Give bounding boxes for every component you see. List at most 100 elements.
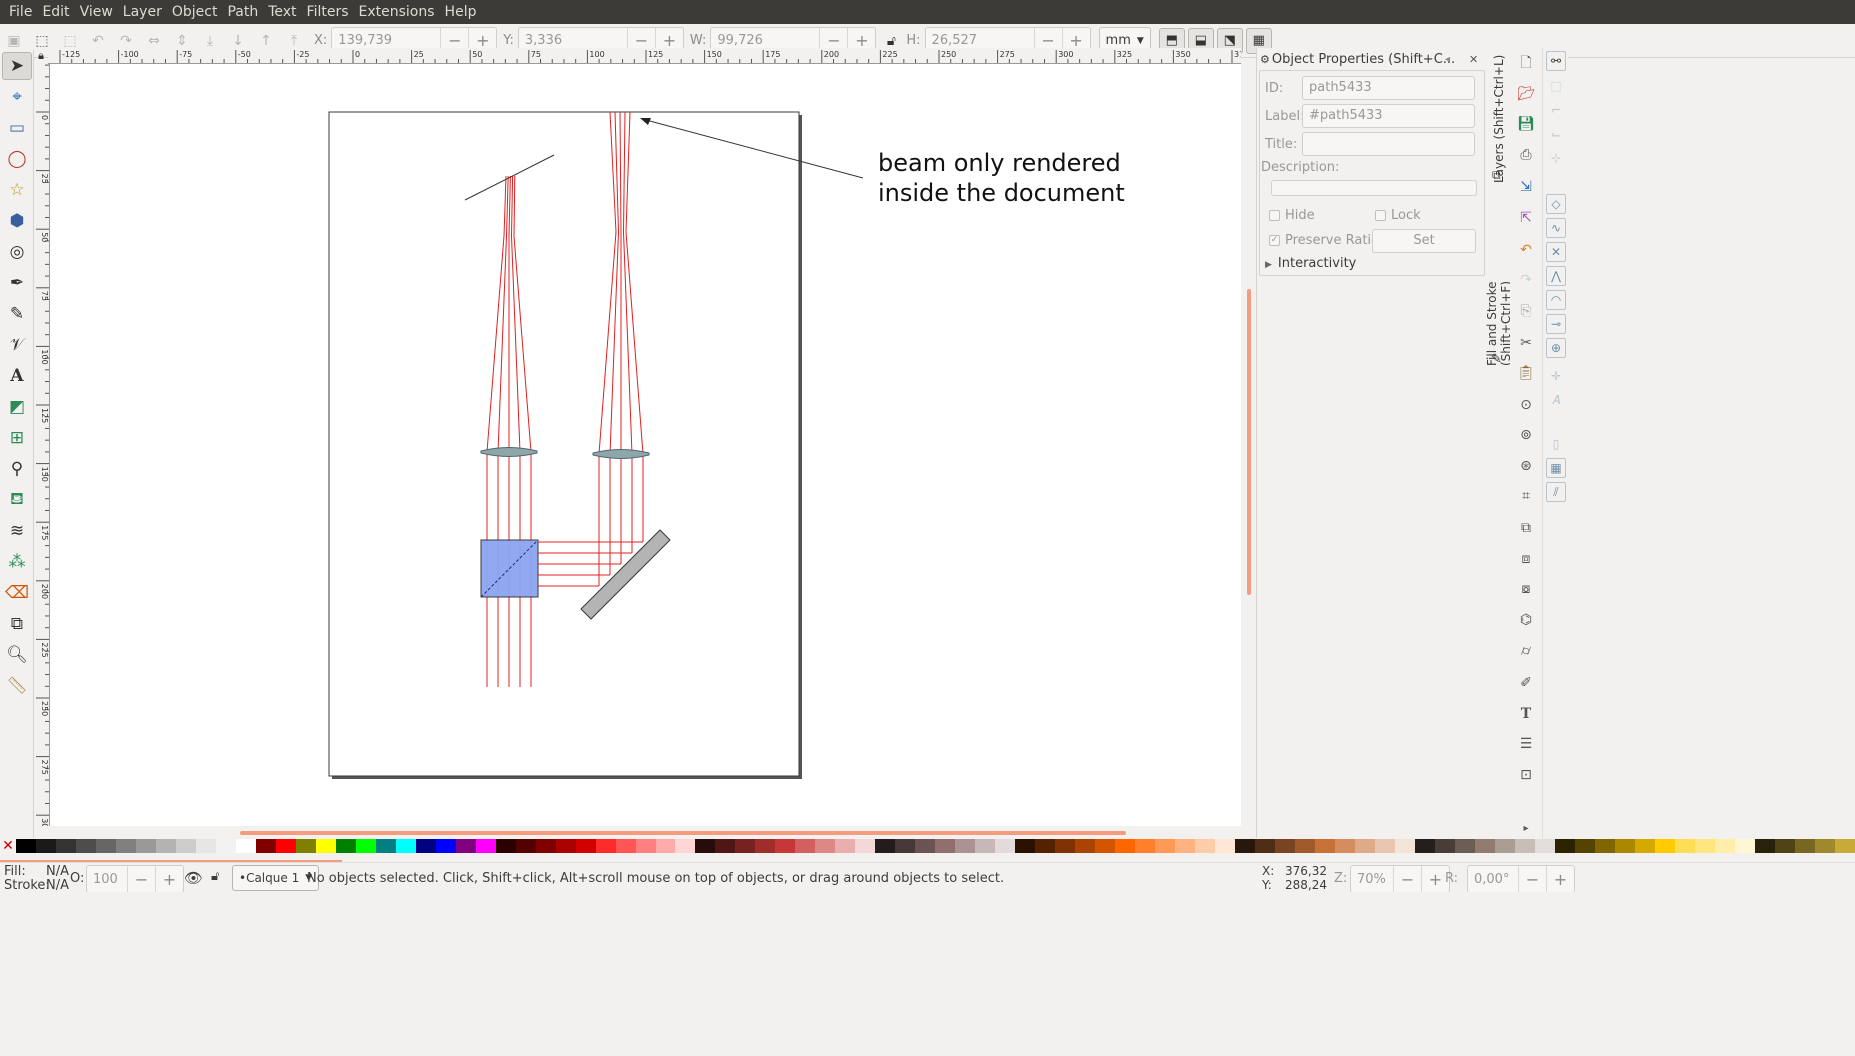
palette-swatch[interactable]	[695, 839, 716, 853]
palette-swatch[interactable]	[795, 839, 816, 853]
spiral-tool-icon[interactable]: ◎	[2, 238, 32, 266]
palette-swatch[interactable]	[1155, 839, 1176, 853]
clone-icon[interactable]: ⧈	[1516, 549, 1536, 569]
snap-bbox-midpoint-icon[interactable]: ⊹	[1546, 148, 1566, 168]
group-icon[interactable]: ⌬	[1516, 610, 1536, 630]
xml-editor-icon[interactable]: ✐	[1516, 673, 1536, 693]
palette-swatch[interactable]	[1694, 839, 1715, 853]
snap-grid-icon[interactable]: ▦	[1546, 458, 1566, 478]
palette-swatch[interactable]	[1514, 839, 1535, 853]
palette-swatch[interactable]	[255, 839, 276, 853]
palette-swatch[interactable]	[955, 839, 976, 853]
mesh-tool-icon[interactable]: ⊞	[2, 424, 32, 452]
preferences-icon[interactable]: ⊡	[1516, 765, 1536, 785]
ellipse-tool-icon[interactable]: ◯	[2, 145, 32, 173]
lens-left[interactable]	[480, 447, 538, 457]
palette-swatch[interactable]	[1594, 839, 1615, 853]
palette-swatch[interactable]	[1075, 839, 1096, 853]
paste-icon[interactable]: 📋︎	[1516, 363, 1536, 383]
palette-swatch[interactable]	[415, 839, 436, 853]
palette-swatch[interactable]	[895, 839, 916, 853]
menu-object[interactable]: Object	[167, 0, 223, 24]
snap-page-border-icon[interactable]: ▯	[1546, 434, 1566, 454]
hide-checkbox[interactable]: Hide	[1269, 208, 1315, 223]
zoom-page-width-icon[interactable]: ⌗	[1516, 486, 1536, 506]
palette-swatch[interactable]	[275, 839, 296, 853]
palette-swatch[interactable]	[155, 839, 176, 853]
tab-layers[interactable]: Layers (Shift+Ctrl+L)	[1488, 54, 1510, 184]
pencil-tool-icon[interactable]: ✎	[2, 300, 32, 328]
redo-icon[interactable]: ↷	[1516, 270, 1536, 290]
palette-swatch[interactable]	[1634, 839, 1655, 853]
rotate-increment-button[interactable]: +	[1546, 866, 1574, 892]
palette-swatch[interactable]	[375, 839, 396, 853]
palette-swatch[interactable]	[1374, 839, 1395, 853]
gradient-tool-icon[interactable]: ◩	[2, 393, 32, 421]
palette-swatch[interactable]	[1135, 839, 1156, 853]
snap-bbox-icon[interactable]: ⬚	[1546, 76, 1566, 96]
palette-swatch[interactable]	[1314, 839, 1335, 853]
measure-tool-icon[interactable]: 📏︎	[2, 672, 32, 700]
lock-guides-icon[interactable]: 🔒︎	[34, 48, 48, 64]
palette-swatch[interactable]	[435, 839, 456, 853]
palette-swatch[interactable]	[1714, 839, 1735, 853]
opacity-input[interactable]	[87, 866, 127, 892]
annotation-text-line1[interactable]: beam only rendered	[878, 149, 1121, 177]
commands-overflow-icon[interactable]: ▸	[1516, 818, 1536, 838]
vertical-scroll-thumb[interactable]	[1247, 289, 1251, 595]
palette-swatch[interactable]	[855, 839, 876, 853]
zoom-drawing-icon[interactable]: ⊚	[1516, 425, 1536, 445]
palette-swatch[interactable]	[335, 839, 356, 853]
fill-indicator[interactable]: N/A	[46, 864, 69, 879]
palette-swatch[interactable]	[995, 839, 1016, 853]
tweak-tool-icon[interactable]: ≋	[2, 517, 32, 545]
zoom-page-icon[interactable]: ⊛	[1516, 456, 1536, 476]
palette-swatch[interactable]	[1814, 839, 1835, 853]
palette-swatch[interactable]	[1774, 839, 1795, 853]
panel-close-icon[interactable]: ✕	[1469, 53, 1478, 66]
palette-swatch[interactable]	[655, 839, 676, 853]
palette-swatch[interactable]	[1434, 839, 1455, 853]
palette-swatch[interactable]	[1235, 839, 1256, 853]
palette-swatch[interactable]	[1474, 839, 1495, 853]
palette-swatch[interactable]	[675, 839, 696, 853]
snap-nodes-icon[interactable]: ◇	[1546, 194, 1566, 214]
select-all-icon[interactable]: ▣	[3, 30, 25, 52]
lock-checkbox[interactable]: Lock	[1375, 208, 1421, 223]
id-field[interactable]: path5433	[1302, 76, 1475, 100]
palette-swatch[interactable]	[535, 839, 556, 853]
palette-swatch[interactable]	[635, 839, 656, 853]
ungroup-icon[interactable]: ⌭	[1516, 641, 1536, 661]
selector-tool-icon[interactable]: ➤	[2, 52, 32, 80]
opacity-decrement-button[interactable]: −	[127, 866, 155, 892]
snap-object-midpoint-icon[interactable]: ⊕	[1546, 338, 1566, 358]
star-tool-icon[interactable]: ☆	[2, 176, 32, 204]
palette-swatch[interactable]	[1574, 839, 1595, 853]
palette-swatch[interactable]	[135, 839, 156, 853]
text-font-icon[interactable]: T	[1516, 704, 1536, 724]
zoom-input[interactable]	[1351, 866, 1393, 892]
palette-swatch[interactable]	[555, 839, 576, 853]
vertical-ruler[interactable]: 0 25 50 75 100 125 150 175 200 225 250 275 300	[34, 64, 50, 826]
palette-swatch[interactable]	[1095, 839, 1116, 853]
horizontal-scroll-thumb[interactable]	[240, 831, 1126, 835]
palette-swatch[interactable]	[175, 839, 196, 853]
layer-visibility-icon[interactable]: 👁︎	[184, 869, 203, 887]
palette-swatch[interactable]	[295, 839, 316, 853]
no-paint-icon[interactable]: ✕	[0, 838, 16, 854]
export-icon[interactable]: ⇱	[1516, 208, 1536, 228]
label-field[interactable]: #path5433	[1302, 104, 1475, 128]
palette-swatch[interactable]	[1674, 839, 1695, 853]
drawing-canvas[interactable]: beam only rendered inside the document	[50, 64, 1241, 826]
duplicate-icon[interactable]: ⧉	[1516, 518, 1536, 538]
zoom-tool-icon[interactable]: 🔍︎	[2, 641, 32, 669]
dropper-tool-icon[interactable]: ⚲	[2, 455, 32, 483]
palette-swatch[interactable]	[1534, 839, 1555, 853]
palette-swatch[interactable]	[16, 839, 36, 853]
palette-swatch[interactable]	[595, 839, 616, 853]
palette-swatch[interactable]	[515, 839, 536, 853]
menu-text[interactable]: Text	[263, 0, 301, 24]
palette-swatch[interactable]	[1275, 839, 1295, 853]
palette-swatch[interactable]	[815, 839, 836, 853]
preserve-ratio-checkbox[interactable]: ✓ Preserve Ratio	[1269, 233, 1379, 248]
